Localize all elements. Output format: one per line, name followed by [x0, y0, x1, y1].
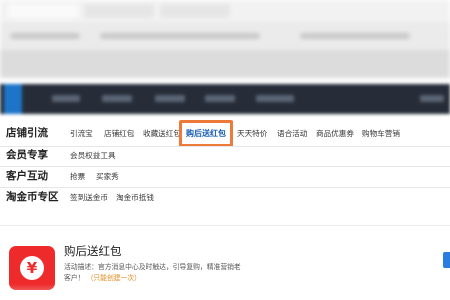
- category-title: 店铺引流: [6, 127, 48, 139]
- link-store-red-packet[interactable]: 店铺红包: [104, 128, 134, 139]
- link-coin-discount[interactable]: 淘金币抵钱: [116, 192, 154, 203]
- nav-item[interactable]: [102, 95, 132, 102]
- link-product-coupon[interactable]: 商品优惠券: [316, 128, 354, 139]
- nav-item[interactable]: [420, 95, 444, 102]
- yen-symbol: ¥: [20, 256, 44, 280]
- nav-item[interactable]: [256, 95, 294, 102]
- link-buyer-show[interactable]: 买家秀: [96, 171, 119, 182]
- link-joint-activity[interactable]: 语合活动: [277, 128, 307, 139]
- card-title: 购后送红包: [64, 244, 122, 258]
- section-divider: [0, 225, 450, 226]
- nav-item[interactable]: [52, 95, 80, 102]
- link-daily-deals[interactable]: 天天特价: [237, 128, 267, 139]
- address-bar-area: [0, 22, 450, 50]
- category-row-member-exclusive: 会员专享 会员权益工具: [0, 144, 450, 166]
- blurred-text: [100, 33, 260, 39]
- browser-tab-strip: [0, 0, 450, 22]
- browser-tab: [160, 4, 230, 18]
- top-navigation-bar: [0, 84, 450, 114]
- category-row-customer-interaction: 客户互动 抢票 买家秀: [0, 165, 450, 187]
- link-checkin-coins[interactable]: 签到送金币: [70, 192, 108, 203]
- link-ticket-grab[interactable]: 抢票: [70, 171, 85, 182]
- card-description: 活动描述：官方消息中心及时触达，引导复购，精准营销老客户！ （只能创建一次）: [64, 262, 244, 283]
- blurred-text: [300, 33, 410, 39]
- nav-active-indicator: [4, 84, 22, 114]
- browser-tab: [8, 4, 78, 18]
- category-title: 会员专享: [6, 149, 48, 161]
- link-cart-marketing[interactable]: 购物车营销: [362, 128, 400, 139]
- link-favorite-red-packet[interactable]: 收藏送红包: [143, 128, 181, 139]
- nav-item[interactable]: [205, 95, 235, 102]
- nav-item[interactable]: [155, 95, 185, 102]
- blurred-text: [10, 33, 80, 39]
- bookmarks-bar: [0, 50, 450, 78]
- category-title: 淘金币专区: [6, 191, 59, 203]
- browser-tab: [84, 4, 154, 18]
- category-title: 客户互动: [6, 170, 48, 182]
- red-envelope-yen-icon: ¥: [9, 246, 55, 290]
- browser-chrome-blurred: [0, 0, 450, 78]
- highlight-annotation-box: [179, 120, 233, 147]
- create-once-note: （只能创建一次）: [86, 273, 141, 282]
- bottom-fade: [0, 284, 450, 300]
- category-row-taobao-coin: 淘金币专区 签到送金币 淘金币抵钱: [0, 186, 450, 208]
- link-traffic-tool[interactable]: 引流宝: [70, 128, 93, 139]
- link-member-benefit-tool[interactable]: 会员权益工具: [70, 150, 116, 161]
- create-button-edge[interactable]: [443, 252, 450, 268]
